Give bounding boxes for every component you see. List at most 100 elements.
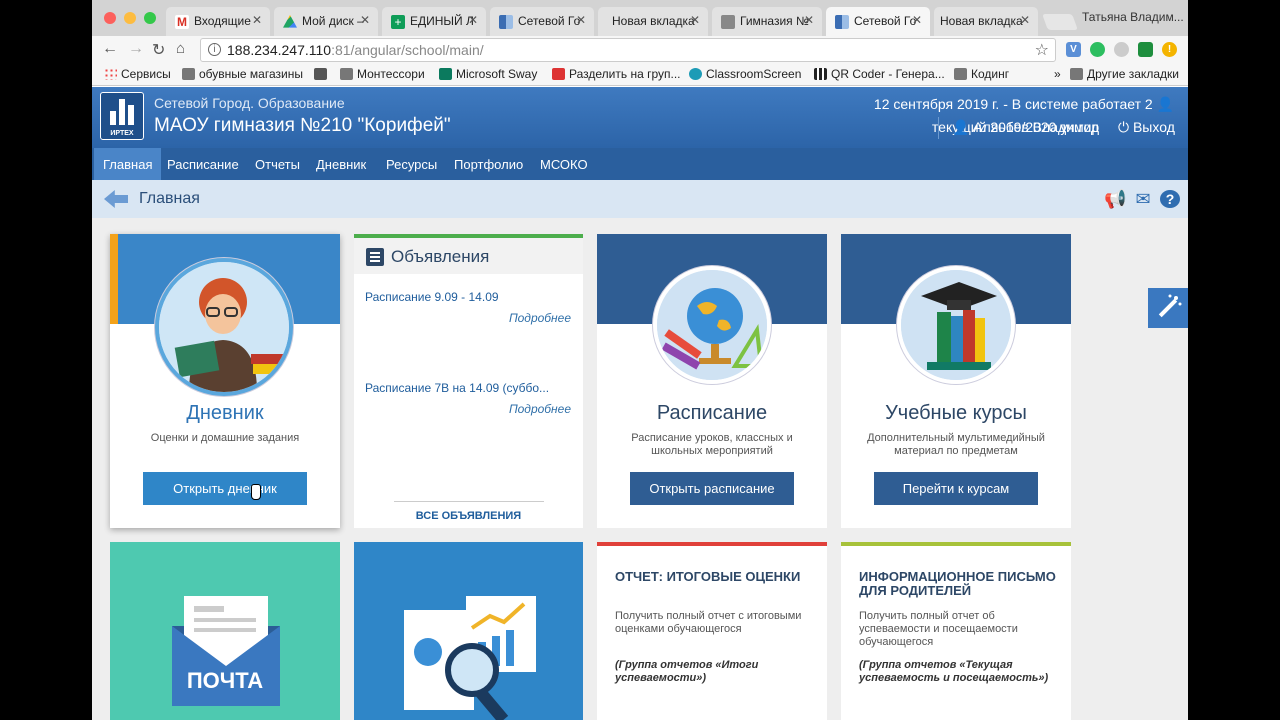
qr-icon	[814, 68, 827, 80]
books-graduation-cap-illustration	[897, 266, 1015, 384]
back-icon[interactable]: ←	[102, 40, 118, 58]
bookmark-item[interactable]: QR Coder - Генера...	[814, 67, 945, 81]
sway-icon	[439, 68, 452, 80]
sheets-icon: +	[391, 15, 405, 29]
reload-icon[interactable]: ↻	[152, 40, 165, 60]
classroom-extension-icon[interactable]	[1138, 42, 1153, 57]
bookmark-item[interactable]: ClassroomScreen	[689, 67, 801, 81]
folder-icon	[954, 68, 967, 80]
apps-icon	[104, 68, 117, 80]
mail-icon[interactable]: ✉	[1133, 190, 1153, 208]
close-tab-icon[interactable]: ✕	[468, 13, 478, 27]
announcement-more-link[interactable]: Подробнее	[509, 311, 571, 325]
site-icon	[314, 68, 327, 80]
accessibility-wand-button[interactable]	[1148, 288, 1188, 328]
logout-button[interactable]: ⏻ Выход	[1118, 119, 1175, 136]
close-window-button[interactable]	[104, 12, 116, 24]
bookmark-item[interactable]: Монтессори	[340, 67, 425, 81]
bookmark-item[interactable]: Сервисы	[104, 67, 171, 81]
gymnasium-icon	[721, 15, 735, 29]
nav-schedule[interactable]: Расписание	[158, 148, 248, 180]
report-title: ОТЧЕТ: ИТОГОВЫЕ ОЦЕНКИ	[615, 569, 801, 584]
announcements-card: Объявления Расписание 9.09 - 14.09 Подро…	[354, 234, 583, 528]
irtech-logo[interactable]: ИРТЕХ	[100, 92, 144, 140]
report-parents-letter-card[interactable]: ИНФОРМАЦИОННОЕ ПИСЬМО ДЛЯ РОДИТЕЛЕЙ Полу…	[841, 542, 1071, 720]
report-description: Получить полный отчет об успеваемости и …	[859, 610, 1018, 648]
nav-home[interactable]: Главная	[94, 148, 162, 180]
bookmark-item[interactable]: Кодинг	[954, 67, 1009, 81]
divider	[394, 501, 544, 502]
info-icon[interactable]: i	[208, 43, 221, 56]
folder-icon	[1070, 68, 1083, 80]
student-reading-illustration	[155, 258, 293, 396]
nav-portfolio[interactable]: Портфолио	[445, 148, 532, 180]
close-tab-icon[interactable]: ✕	[690, 13, 700, 27]
home-icon[interactable]: ⌂	[176, 40, 185, 57]
close-tab-icon[interactable]: ✕	[1020, 13, 1030, 27]
magic-wand-icon	[1158, 294, 1182, 318]
evernote-icon[interactable]	[1090, 42, 1105, 57]
browser-tab[interactable]: Новая вкладка ✕	[598, 7, 708, 36]
report-description: Получить полный отчет с итоговыми оценка…	[615, 610, 802, 635]
back-arrow-icon[interactable]	[104, 190, 128, 208]
nav-msoko[interactable]: МСОКО	[531, 148, 597, 180]
announcement-more-link[interactable]: Подробнее	[509, 402, 571, 416]
forward-icon[interactable]: →	[128, 40, 144, 58]
report-final-grades-card[interactable]: ОТЧЕТ: ИТОГОВЫЕ ОЦЕНКИ Получить полный о…	[597, 542, 827, 720]
announcement-link[interactable]: Расписание 9.09 - 14.09	[365, 290, 499, 304]
profile-name[interactable]: Татьяна Владим...	[1082, 10, 1184, 24]
report-group: (Группа отчетов «Текущая успеваемость и …	[859, 659, 1049, 684]
browser-tab[interactable]: Гимназия № ✕	[712, 7, 822, 36]
close-tab-icon[interactable]: ✕	[360, 13, 370, 27]
browser-tab[interactable]: Сетевой Го ✕	[490, 7, 594, 36]
close-tab-icon[interactable]: ✕	[252, 13, 262, 27]
nav-reports[interactable]: Отчеты	[246, 148, 309, 180]
browser-window: M Входящие ✕ Мой диск – ✕ + ЕДИНЫЙ Л ✕ С…	[92, 0, 1188, 720]
breadcrumb: Главная 📢 ✉ ?	[92, 180, 1188, 218]
alert-extension-icon[interactable]: !	[1162, 42, 1177, 57]
other-bookmarks[interactable]: Другие закладки	[1070, 67, 1179, 81]
browser-tab[interactable]: + ЕДИНЫЙ Л ✕	[382, 7, 486, 36]
browser-tab[interactable]: Новая вкладка ✕	[934, 7, 1038, 36]
announcement-link[interactable]: Расписание 7В на 14.09 (суббо...	[365, 381, 549, 395]
mail-tile[interactable]: ПОЧТА	[110, 542, 340, 720]
tab-strip: M Входящие ✕ Мой диск – ✕ + ЕДИНЫЙ Л ✕ С…	[92, 0, 1188, 36]
help-icon[interactable]: ?	[1160, 190, 1180, 208]
browser-tab[interactable]: Мой диск – ✕	[274, 7, 378, 36]
all-announcements-link[interactable]: ВСЕ ОБЪЯВЛЕНИЯ	[354, 510, 583, 522]
user-icon: 👤	[952, 119, 970, 135]
tab-label: Мой диск –	[302, 14, 364, 28]
bookmark-star-icon[interactable]: ☆	[1035, 40, 1049, 60]
browser-tab-active[interactable]: Сетевой Го ✕	[826, 7, 930, 36]
bookmark-item[interactable]: Разделить на груп...	[552, 67, 681, 81]
user-menu[interactable]: 👤 Аляьбев Владимир	[952, 119, 1099, 136]
bookmark-item[interactable]: Microsoft Sway	[439, 67, 537, 81]
go-to-courses-button[interactable]: Перейти к курсам	[874, 472, 1038, 505]
close-tab-icon[interactable]: ✕	[804, 13, 814, 27]
tab-label: Гимназия №	[740, 14, 809, 28]
bookmark-item[interactable]: обувные магазины	[182, 67, 303, 81]
address-bar[interactable]: i 188.234.247.110:81/angular/school/main…	[200, 38, 1056, 62]
url-path: :81/angular/school/main/	[331, 42, 484, 58]
extension-circle-icon[interactable]	[1114, 42, 1129, 57]
bookmarks-overflow[interactable]: »	[1054, 67, 1061, 81]
open-schedule-button[interactable]: Открыть расписание	[630, 472, 794, 505]
close-tab-icon[interactable]: ✕	[912, 13, 922, 27]
nav-diary[interactable]: Дневник	[307, 148, 375, 180]
analytics-tile[interactable]	[354, 542, 583, 720]
nav-resources[interactable]: Ресурсы	[377, 148, 446, 180]
maximize-window-button[interactable]	[144, 12, 156, 24]
close-tab-icon[interactable]: ✕	[576, 13, 586, 27]
new-tab-button[interactable]	[1042, 14, 1078, 30]
classroom-icon	[689, 68, 702, 80]
browser-tab[interactable]: M Входящие ✕	[166, 7, 270, 36]
minimize-window-button[interactable]	[124, 12, 136, 24]
open-diary-button[interactable]: Открыть дневник	[143, 472, 307, 505]
report-title: ИНФОРМАЦИОННОЕ ПИСЬМО ДЛЯ РОДИТЕЛЕЙ	[859, 569, 1056, 598]
card-subtitle: Оценки и домашние задания	[150, 432, 300, 444]
megaphone-icon[interactable]: 📢	[1104, 190, 1126, 208]
netgorod-icon	[499, 15, 513, 29]
site-icon	[552, 68, 565, 80]
extension-v-icon[interactable]: V	[1066, 42, 1081, 57]
main-nav: Главная Расписание Отчеты Дневник Ресурс…	[92, 148, 1188, 180]
